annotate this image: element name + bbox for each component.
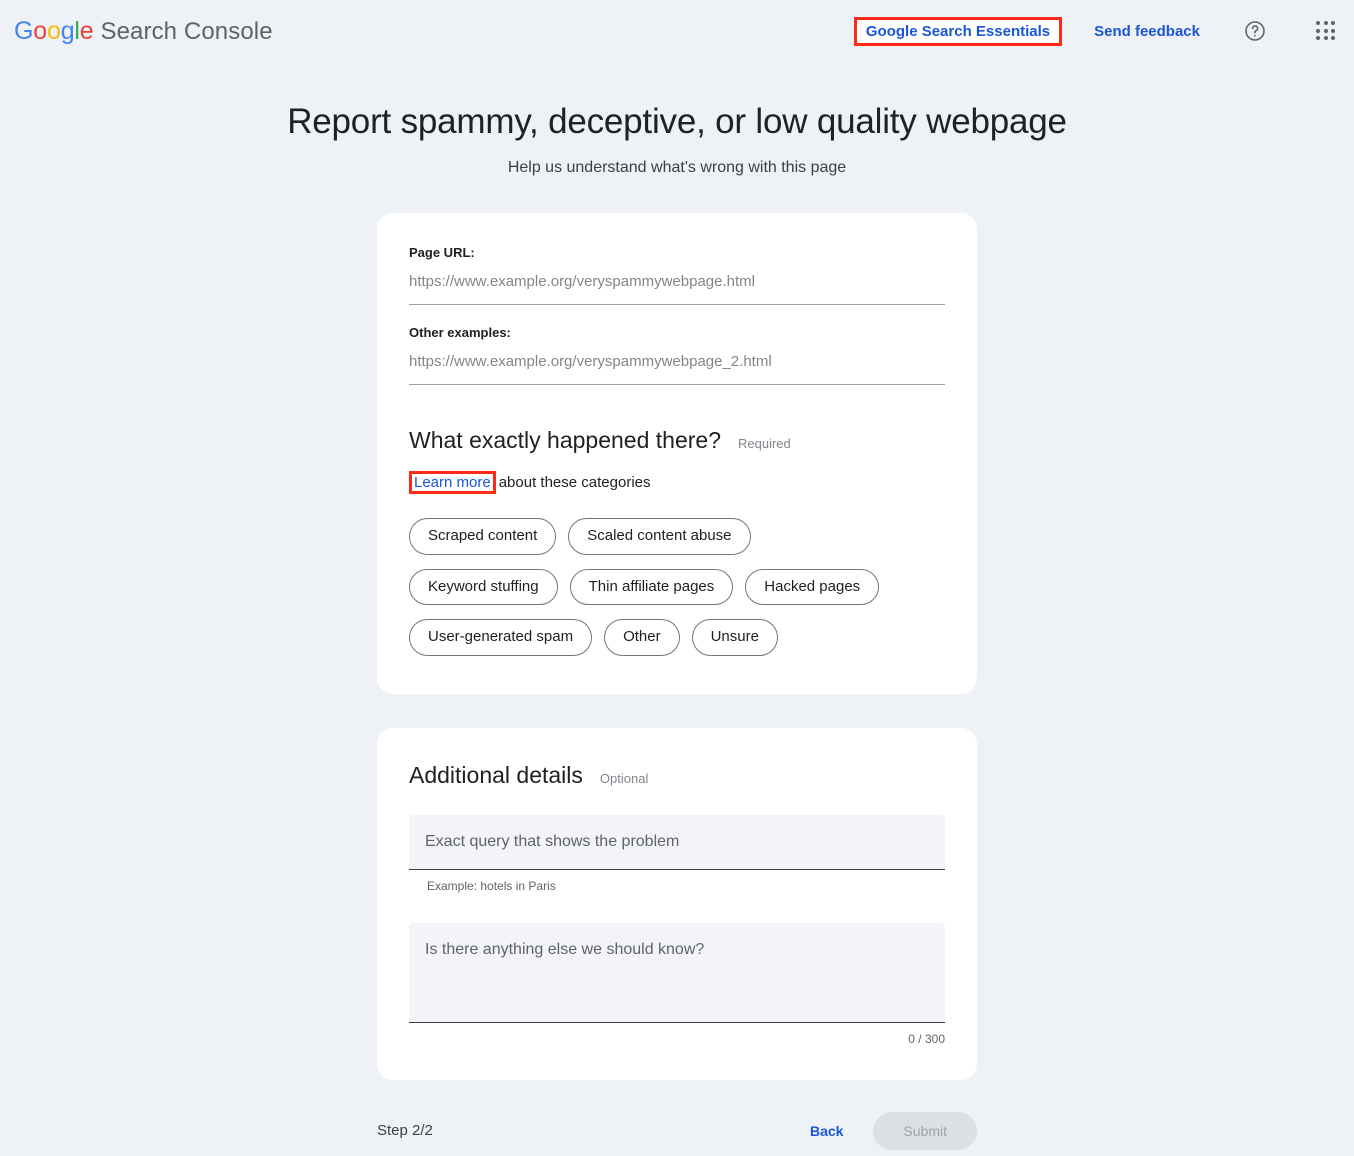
additional-notes-textarea[interactable]: Is there anything else we should know? bbox=[409, 923, 945, 1023]
step-indicator: Step 2/2 bbox=[377, 1122, 433, 1139]
submit-button[interactable]: Submit bbox=[873, 1112, 977, 1150]
other-examples-value[interactable]: https://www.example.org/veryspammywebpag… bbox=[409, 353, 945, 385]
additional-optional-flag: Optional bbox=[600, 771, 648, 786]
page-url-field: Page URL: https://www.example.org/verysp… bbox=[409, 245, 945, 305]
other-examples-label: Other examples: bbox=[409, 325, 945, 340]
chip-other[interactable]: Other bbox=[604, 619, 680, 656]
page-title: Report spammy, deceptive, or low quality… bbox=[0, 102, 1354, 142]
essentials-highlight-box: Google Search Essentials bbox=[854, 17, 1062, 46]
page-url-value[interactable]: https://www.example.org/veryspammywebpag… bbox=[409, 273, 945, 305]
form-footer: Step 2/2 Back Submit bbox=[377, 1106, 977, 1156]
back-button[interactable]: Back bbox=[810, 1123, 843, 1139]
google-wordmark: Google bbox=[14, 17, 93, 46]
other-examples-field: Other examples: https://www.example.org/… bbox=[409, 325, 945, 385]
additional-section-title: Additional details bbox=[409, 762, 583, 789]
product-name: Search Console bbox=[100, 18, 272, 46]
learn-more-link[interactable]: Learn more bbox=[414, 474, 491, 491]
google-search-essentials-link[interactable]: Google Search Essentials bbox=[866, 23, 1050, 40]
chip-scraped-content[interactable]: Scraped content bbox=[409, 518, 556, 555]
footer-actions: Back Submit bbox=[810, 1112, 977, 1150]
category-required-flag: Required bbox=[738, 436, 791, 451]
chip-user-generated-spam[interactable]: User-generated spam bbox=[409, 619, 592, 656]
chip-unsure[interactable]: Unsure bbox=[692, 619, 778, 656]
chip-thin-affiliate-pages[interactable]: Thin affiliate pages bbox=[570, 569, 734, 606]
apps-grid-icon[interactable] bbox=[1316, 21, 1336, 41]
category-section-title: What exactly happened there? bbox=[409, 427, 721, 454]
exact-query-input[interactable]: Exact query that shows the problem bbox=[409, 815, 945, 870]
page-subtitle: Help us understand what's wrong with thi… bbox=[0, 159, 1354, 177]
learn-more-highlight-box: Learn more bbox=[409, 471, 496, 494]
app-header: Google Search Console Google Search Esse… bbox=[0, 0, 1354, 62]
brand-logo[interactable]: Google Search Console bbox=[14, 17, 273, 46]
category-section-header: What exactly happened there? Required bbox=[409, 427, 945, 454]
chip-scaled-content-abuse[interactable]: Scaled content abuse bbox=[568, 518, 750, 555]
learn-more-row: Learn more about these categories bbox=[409, 471, 945, 494]
help-circle-icon[interactable] bbox=[1242, 18, 1268, 44]
send-feedback-link[interactable]: Send feedback bbox=[1094, 23, 1200, 40]
url-and-category-card: Page URL: https://www.example.org/verysp… bbox=[377, 213, 977, 694]
character-counter: 0 / 300 bbox=[409, 1032, 945, 1046]
additional-details-card: Additional details Optional Exact query … bbox=[377, 728, 977, 1080]
learn-more-tail-text: about these categories bbox=[499, 474, 651, 491]
chip-keyword-stuffing[interactable]: Keyword stuffing bbox=[409, 569, 558, 606]
exact-query-helper-text: Example: hotels in Paris bbox=[427, 879, 945, 893]
page-url-label: Page URL: bbox=[409, 245, 945, 260]
header-actions: Google Search Essentials Send feedback bbox=[854, 17, 1336, 46]
chip-hacked-pages[interactable]: Hacked pages bbox=[745, 569, 879, 606]
additional-section-header: Additional details Optional bbox=[409, 762, 945, 789]
category-chip-group: Scraped content Scaled content abuse Key… bbox=[409, 518, 909, 656]
